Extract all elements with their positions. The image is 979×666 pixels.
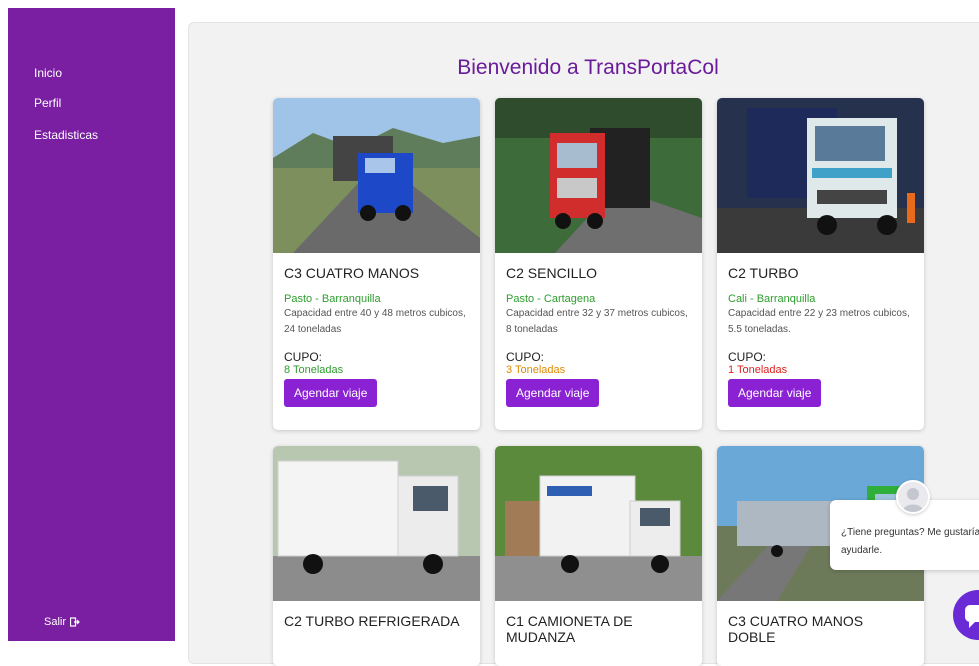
chat-open-button[interactable] <box>953 590 979 640</box>
cupo-value: 8 Toneladas <box>284 364 344 376</box>
schedule-trip-button[interactable]: Agendar viaje <box>506 379 600 407</box>
truck-image <box>717 98 924 253</box>
truck-card: C2 TURBO Cali - Barranquilla Capacidad e… <box>717 98 924 430</box>
truck-card: C1 CAMIONETA DE MUDANZA <box>495 446 702 666</box>
card-route: Cali - Barranquilla <box>728 293 816 305</box>
card-title: C1 CAMIONETA DE MUDANZA <box>506 613 633 645</box>
schedule-trip-button[interactable]: Agendar viaje <box>284 379 378 407</box>
truck-image <box>495 98 702 253</box>
sidebar: Inicio Perfil Estadisticas <box>8 8 175 641</box>
page-title: Bienvenido a TransPortaCol <box>457 56 719 79</box>
truck-image <box>273 98 480 253</box>
cupo-label: CUPO: <box>284 350 323 364</box>
logout-button[interactable]: Salir <box>44 616 80 628</box>
card-title: C3 CUATRO MANOS <box>284 265 420 281</box>
sidebar-item-inicio[interactable]: Inicio <box>34 66 62 80</box>
schedule-trip-button[interactable]: Agendar viaje <box>728 379 822 407</box>
truck-card: C3 CUATRO MANOS Pasto - Barranquilla Cap… <box>273 98 480 430</box>
chat-message-text: ¿Tiene preguntas? Me gustaría ayudarle. <box>841 527 979 556</box>
card-capacity: Capacidad entre 32 y 37 metros cubicos, … <box>506 308 688 335</box>
cupo-label: CUPO: <box>506 350 545 364</box>
logout-icon <box>70 617 80 627</box>
top-strip <box>0 0 979 8</box>
cupo-value: 3 Toneladas <box>506 364 566 376</box>
card-title: C2 SENCILLO <box>506 265 598 281</box>
card-route: Pasto - Cartagena <box>506 293 596 305</box>
chat-icon <box>965 605 979 628</box>
chat-avatar-icon <box>896 480 930 514</box>
truck-card: C2 TURBO REFRIGERADA <box>273 446 480 666</box>
cupo-label: CUPO: <box>728 350 767 364</box>
card-title: C3 CUATRO MANOS DOBLE <box>728 613 864 645</box>
card-capacity: Capacidad entre 22 y 23 metros cubicos, … <box>728 308 910 335</box>
logout-label: Salir <box>44 616 67 628</box>
card-route: Pasto - Barranquilla <box>284 293 381 305</box>
card-title: C2 TURBO REFRIGERADA <box>284 613 460 629</box>
truck-image <box>495 446 702 601</box>
sidebar-item-estadisticas[interactable]: Estadisticas <box>34 128 98 142</box>
card-capacity: Capacidad entre 40 y 48 metros cubicos, … <box>284 308 466 335</box>
cupo-value: 1 Toneladas <box>728 364 788 376</box>
truck-image <box>273 446 480 601</box>
card-title: C2 TURBO <box>728 265 799 281</box>
truck-card: C2 SENCILLO Pasto - Cartagena Capacidad … <box>495 98 702 430</box>
sidebar-item-perfil[interactable]: Perfil <box>34 96 61 110</box>
